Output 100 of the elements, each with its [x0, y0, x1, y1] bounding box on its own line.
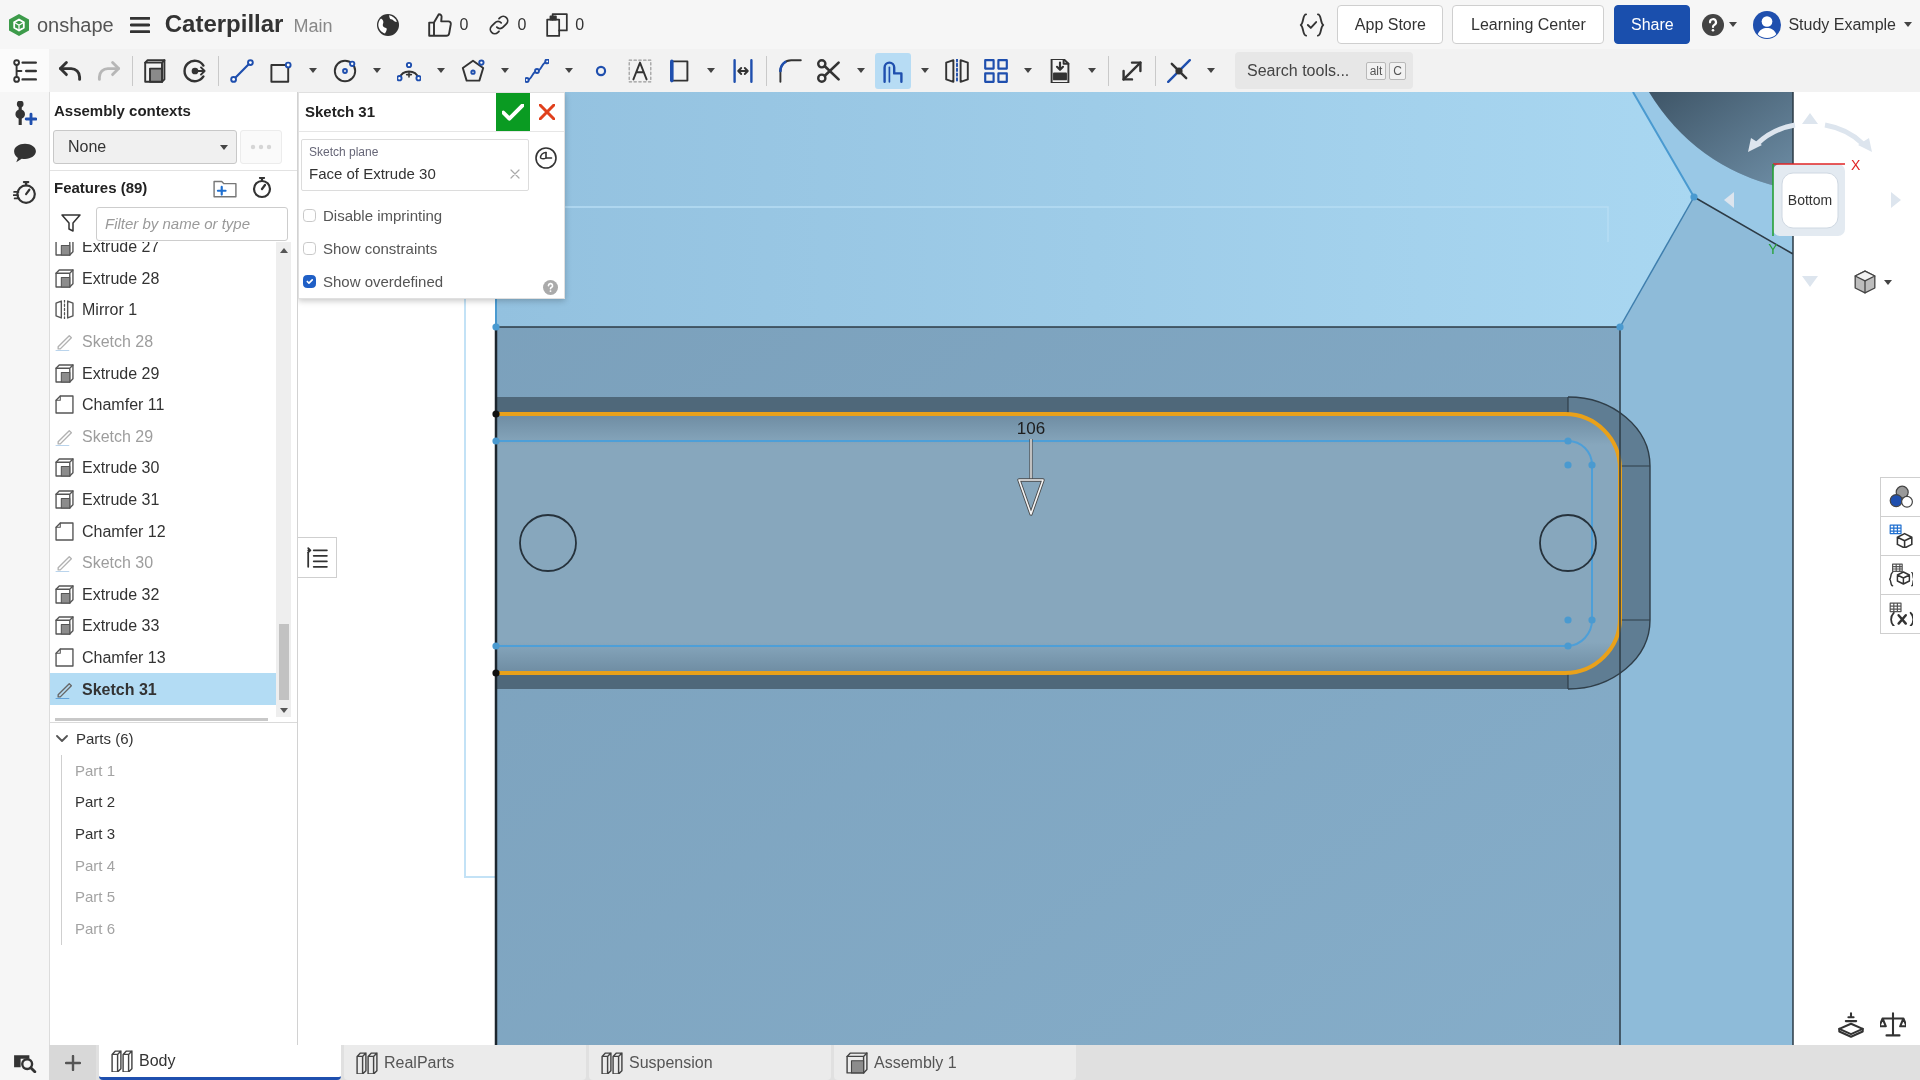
caret-icon	[373, 68, 381, 73]
add-tab-button[interactable]	[49, 1045, 96, 1080]
add-folder-icon[interactable]	[213, 178, 237, 198]
logo-text[interactable]: onshape	[37, 12, 114, 37]
part-item[interactable]: Part 2	[62, 786, 297, 819]
boxes-icon	[111, 1050, 133, 1072]
sketch-plane-field[interactable]: Sketch plane Face of Extrude 30	[301, 139, 529, 191]
feature-item[interactable]: Extrude 28	[50, 262, 276, 295]
section-title: Assembly contexts	[53, 101, 192, 121]
caret-icon	[1884, 279, 1892, 285]
help-icon[interactable]	[1702, 13, 1725, 36]
caret-icon	[437, 68, 445, 73]
feature-item[interactable]: Mirror 1	[50, 294, 276, 326]
globe-icon[interactable]	[377, 13, 400, 36]
feature-item[interactable]: Extrude 31	[50, 483, 276, 516]
mirror-icon	[55, 300, 74, 320]
option-label[interactable]: Show constraints	[323, 239, 438, 258]
tab[interactable]: Suspension	[589, 1045, 831, 1080]
balance-icon[interactable]	[1880, 1012, 1906, 1038]
header-button[interactable]: Learning Center	[1452, 5, 1605, 44]
filter-icon[interactable]	[61, 214, 81, 233]
filter-field[interactable]: Filter by name or type	[96, 206, 288, 241]
caret-up-icon[interactable]	[279, 248, 288, 253]
dimension-icon	[731, 58, 755, 83]
option-label[interactable]: Disable imprinting	[323, 206, 443, 225]
box-icon	[55, 268, 74, 288]
panel-toggle-button[interactable]	[298, 537, 337, 578]
comment-icon[interactable]	[12, 142, 37, 164]
tab[interactable]: Body	[99, 1045, 341, 1080]
scrollbar[interactable]	[276, 242, 291, 717]
box-icon	[55, 490, 74, 510]
feature-item[interactable]: Extrude 33	[50, 610, 276, 642]
search-icon[interactable]	[12, 1052, 37, 1073]
parts-header[interactable]: Parts (6)	[76, 730, 134, 748]
header-button[interactable]: App Store	[1337, 5, 1444, 44]
caret-icon	[565, 68, 573, 73]
stopwatch-icon[interactable]	[12, 181, 37, 205]
y-axis-label: Y	[1768, 241, 1778, 257]
scrollbar-thumb[interactable]	[278, 624, 289, 700]
boxes-icon	[601, 1051, 623, 1074]
feature-list-button[interactable]	[0, 49, 49, 92]
hexagon-logo-icon[interactable]	[8, 12, 30, 37]
part-item[interactable]: Part 3	[62, 818, 297, 850]
feature-item[interactable]: Sketch 31	[50, 673, 276, 705]
box-icon	[144, 58, 168, 83]
feature-item[interactable]: Extrude 30	[50, 452, 276, 484]
documents-icon[interactable]	[546, 12, 569, 37]
confirm-button[interactable]	[496, 93, 530, 131]
field-label: Sketch plane	[309, 145, 380, 160]
functions-button[interactable]	[1880, 594, 1920, 634]
context-dropdown[interactable]: None	[53, 130, 237, 164]
list-icon	[306, 546, 328, 569]
circles-icon	[1888, 485, 1913, 509]
braces-check-icon[interactable]	[1299, 12, 1326, 37]
caret-icon	[309, 68, 317, 73]
caret-icon[interactable]	[1904, 22, 1912, 27]
menu-icon[interactable]	[129, 16, 150, 33]
share-button[interactable]: Share	[1614, 5, 1691, 44]
node-plus-icon[interactable]	[12, 101, 37, 125]
chevron-icon[interactable]	[56, 735, 68, 743]
checkbox[interactable]	[303, 275, 316, 288]
feature-item[interactable]: Extrude 32	[50, 578, 276, 611]
mirror-icon	[945, 58, 969, 83]
feature-item[interactable]: Extrude 29	[50, 357, 276, 389]
caret-icon[interactable]	[1729, 22, 1738, 27]
caret-icon	[1088, 68, 1096, 73]
feature-item[interactable]: Chamfer 12	[50, 515, 276, 547]
caret-down-icon[interactable]	[279, 708, 288, 713]
check-icon	[502, 103, 524, 121]
boxes-icon	[356, 1051, 378, 1074]
link-icon[interactable]	[488, 13, 511, 36]
appearance-button[interactable]	[1880, 477, 1920, 517]
feature-item[interactable]: Chamfer 11	[50, 388, 276, 421]
dimension-value[interactable]: 106	[1016, 419, 1046, 438]
pencil-icon	[55, 553, 74, 573]
circle-arrow-icon	[183, 58, 207, 83]
circle-icon	[333, 58, 357, 83]
cut-corner-icon	[55, 521, 74, 541]
document-title[interactable]: Caterpillar	[164, 10, 284, 39]
diagonal-arrow-icon	[1120, 58, 1144, 83]
caret-icon	[857, 68, 865, 73]
more-icon	[250, 144, 272, 150]
option-label[interactable]: Show overdefined	[323, 272, 444, 291]
square-edge-icon	[667, 58, 691, 83]
close-icon	[539, 104, 555, 120]
plane-stack-icon[interactable]	[1838, 1012, 1864, 1038]
tab[interactable]: RealParts	[344, 1045, 586, 1080]
feature-item[interactable]: Chamfer 13	[50, 641, 276, 674]
stopwatch-icon[interactable]	[252, 177, 272, 199]
thumbs-up-icon[interactable]	[428, 12, 453, 37]
close-button[interactable]	[530, 93, 564, 131]
tab[interactable]: Assembly 1	[834, 1045, 1076, 1080]
view-cube[interactable]	[1724, 113, 1901, 287]
letter-icon	[628, 58, 652, 83]
clock-icon[interactable]	[535, 147, 557, 169]
tool-button[interactable]	[875, 52, 911, 89]
box-icon	[55, 242, 74, 257]
avatar-icon[interactable]	[1753, 10, 1782, 39]
horizontal-scrollbar[interactable]	[55, 718, 268, 721]
user-name[interactable]: Study Example	[1788, 14, 1896, 35]
